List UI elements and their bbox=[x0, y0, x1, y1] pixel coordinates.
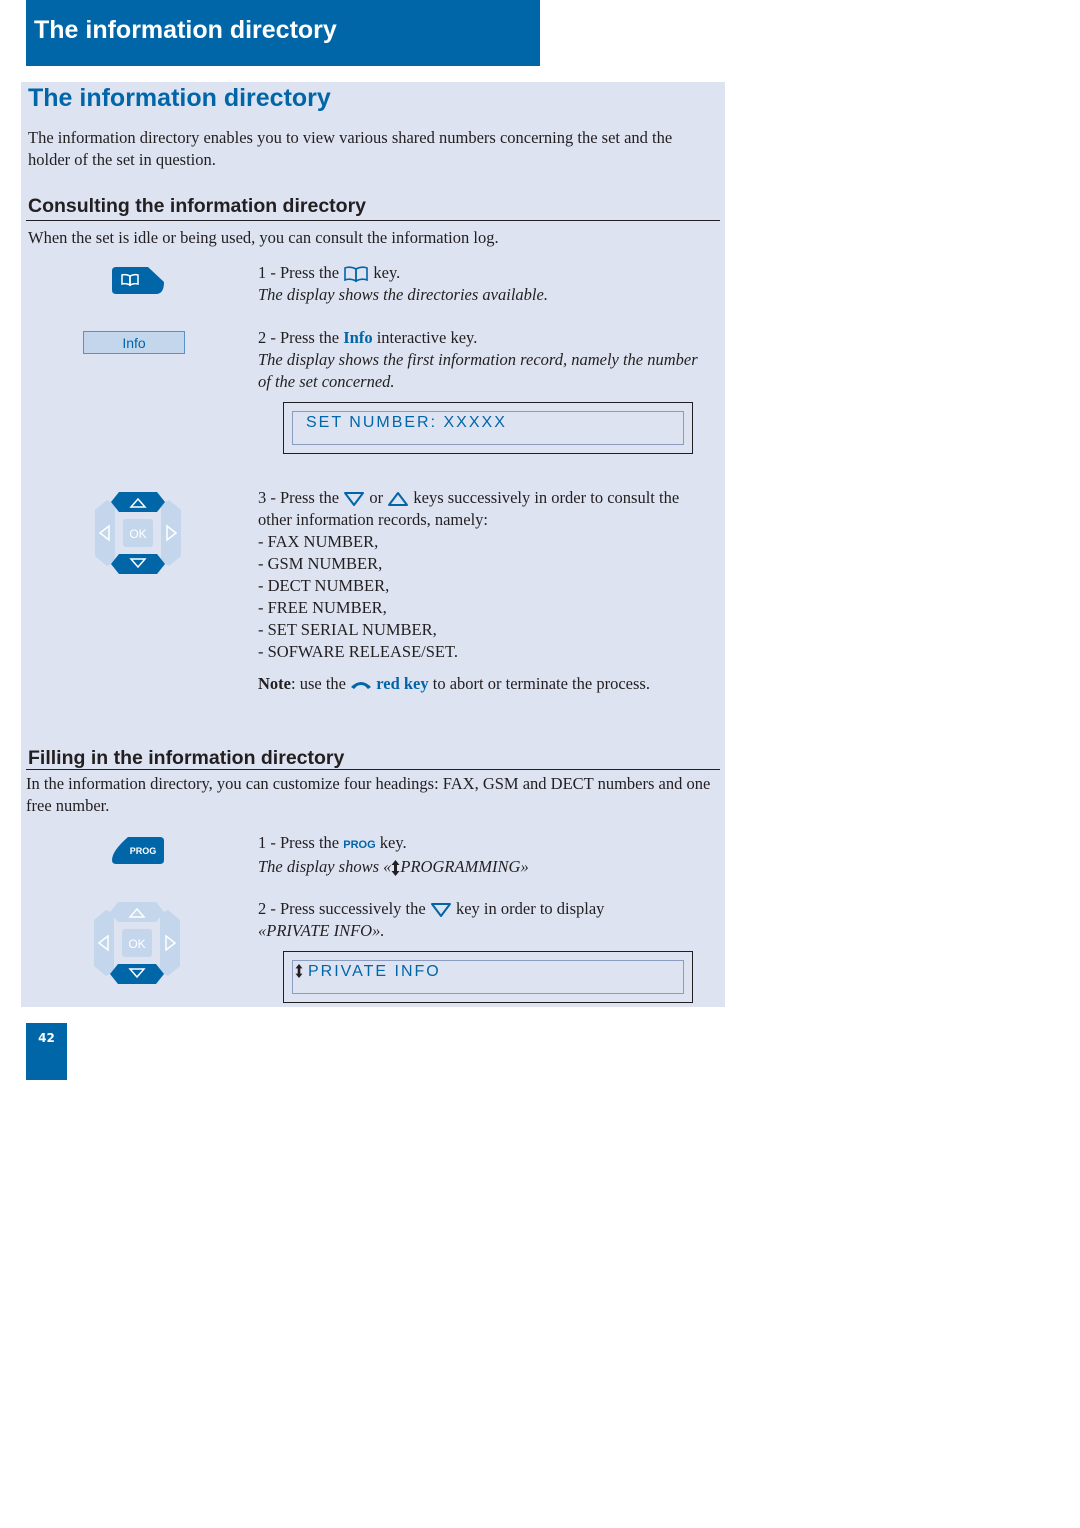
nav-up-button bbox=[111, 492, 165, 512]
display-text: PRIVATE INFO bbox=[308, 963, 441, 980]
record-item: - GSM NUMBER, bbox=[258, 554, 383, 573]
up-arrow-icon bbox=[388, 492, 409, 507]
filling-step1-result: The display shows «PROGRAMMING» bbox=[258, 857, 529, 877]
display-text: SET NUMBER: XXXXX bbox=[306, 414, 507, 431]
ok-label: OK bbox=[129, 527, 146, 541]
nav-down-button bbox=[110, 964, 164, 984]
prog-key-label: PROG bbox=[130, 846, 157, 856]
down-arrow-icon bbox=[430, 903, 451, 918]
nav-left-button bbox=[95, 500, 115, 566]
record-item: - FREE NUMBER, bbox=[258, 598, 387, 617]
step2-result: The display shows the first information … bbox=[258, 350, 698, 391]
nav-down-button bbox=[111, 554, 165, 574]
section-divider bbox=[26, 769, 720, 770]
intro-paragraph: The information directory enables you to… bbox=[28, 128, 673, 169]
nav-right-button bbox=[161, 500, 181, 566]
nav-left-button bbox=[94, 910, 114, 976]
display-screen-private-info: PRIVATE INFO bbox=[283, 951, 693, 1003]
step3-instruction: 3 - Press the or keys successively in or… bbox=[258, 488, 680, 529]
book-icon bbox=[344, 266, 369, 283]
record-item: - SOFWARE RELEASE/SET. bbox=[258, 642, 458, 661]
navigation-pad: OK bbox=[94, 902, 180, 984]
hang-up-icon bbox=[351, 682, 372, 690]
chapter-title: The information directory bbox=[34, 16, 337, 44]
record-item: - FAX NUMBER, bbox=[258, 532, 379, 551]
display-screen-set-number: SET NUMBER: XXXXX bbox=[283, 402, 693, 454]
section-heading-consulting: Consulting the information directory bbox=[28, 195, 367, 217]
section-divider bbox=[26, 220, 720, 221]
step1-result: The display shows the directories availa… bbox=[258, 285, 548, 304]
section-heading-filling: Filling in the information directory bbox=[28, 747, 345, 769]
note: Note: use the red key to abort or termin… bbox=[258, 674, 650, 693]
filling-step1-instruction: 1 - Press the PROG key. bbox=[258, 833, 407, 852]
filling-step2-instruction: 2 - Press successively the key in order … bbox=[258, 899, 605, 918]
step1-instruction: 1 - Press the key. bbox=[258, 263, 401, 283]
directory-key-button[interactable] bbox=[112, 267, 164, 294]
navigation-pad: OK bbox=[95, 492, 181, 574]
step2-instruction: 2 - Press the Info interactive key. bbox=[258, 328, 478, 347]
page-title: The information directory bbox=[28, 84, 331, 112]
page-number: 42 bbox=[26, 1023, 67, 1080]
prog-key-inline: PROG bbox=[343, 839, 376, 851]
nav-right-button bbox=[160, 910, 180, 976]
prog-key-button[interactable]: PROG bbox=[112, 837, 164, 864]
ok-label: OK bbox=[128, 937, 145, 951]
record-list: - FAX NUMBER, - GSM NUMBER, - DECT NUMBE… bbox=[258, 531, 458, 663]
consulting-intro: When the set is idle or being used, you … bbox=[28, 228, 499, 247]
chapter-banner: The information directory bbox=[26, 0, 540, 66]
up-down-arrow-icon bbox=[295, 964, 303, 978]
filling-step2-target: «PRIVATE INFO». bbox=[258, 921, 385, 940]
info-softkey-button[interactable]: Info bbox=[83, 331, 185, 354]
down-arrow-icon bbox=[344, 492, 365, 507]
nav-up-button bbox=[110, 902, 164, 922]
filling-intro: In the information directory, you can cu… bbox=[26, 774, 711, 815]
record-item: - SET SERIAL NUMBER, bbox=[258, 620, 437, 639]
record-item: - DECT NUMBER, bbox=[258, 576, 390, 595]
